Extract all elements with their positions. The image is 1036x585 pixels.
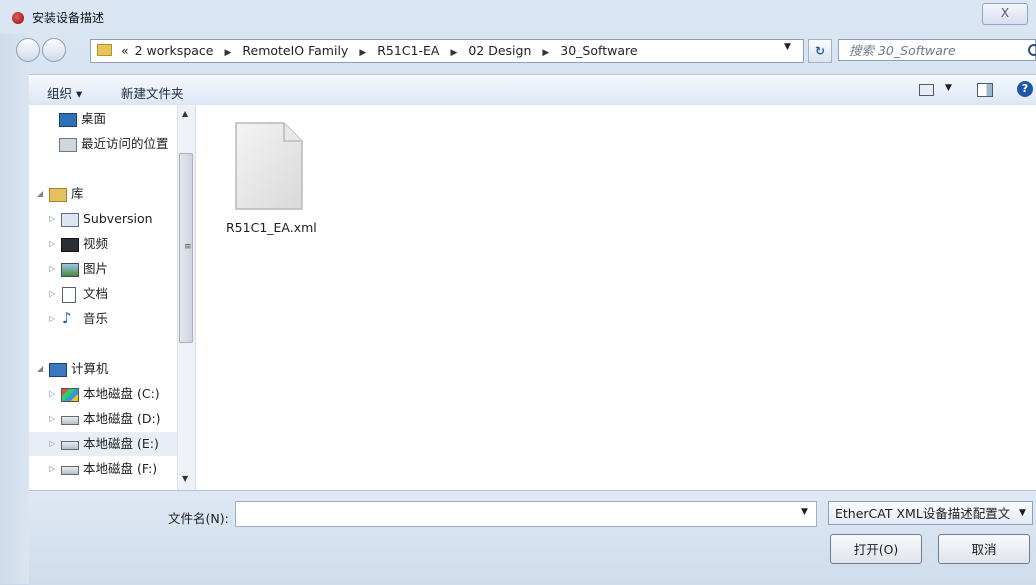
dialog-footer: 文件名(N): ▼ EtherCAT XML设备描述配置文 ▼ 打开(O) 取消: [29, 490, 1036, 585]
breadcrumb-segment[interactable]: RemoteIO Family: [242, 43, 348, 58]
view-dropdown-icon[interactable]: ▼: [945, 83, 952, 93]
music-icon: ♪: [62, 309, 72, 327]
computer-icon: [49, 363, 67, 377]
open-button[interactable]: 打开(O): [830, 534, 922, 564]
expand-arrow-icon[interactable]: ▷: [49, 432, 55, 456]
nav-item-recent[interactable]: 最近访问的位置: [29, 132, 179, 156]
expand-arrow-icon[interactable]: ▷: [49, 232, 55, 256]
folder-icon: [97, 44, 112, 56]
nav-item-drive-e[interactable]: ▷ 本地磁盘 (E:): [29, 432, 179, 456]
nav-item-desktop[interactable]: 桌面: [29, 107, 179, 131]
library-icon: [49, 188, 67, 202]
help-icon[interactable]: ?: [1017, 81, 1033, 97]
nav-item-libraries[interactable]: ◢ 库: [29, 182, 179, 206]
breadcrumb-segment[interactable]: 02 Design: [468, 43, 531, 58]
scroll-thumb[interactable]: ≡: [179, 153, 193, 343]
breadcrumb-arrow-icon[interactable]: ▶: [542, 48, 549, 58]
address-dropdown-icon[interactable]: ▼: [784, 42, 791, 52]
nav-item-pictures[interactable]: ▷ 图片: [29, 257, 179, 281]
navigation-pane: 桌面 最近访问的位置 ◢ 库 ▷ Subversion ▷ 视频 ▷ 图片 ▷: [29, 105, 196, 490]
breadcrumb-segment[interactable]: 30_Software: [560, 43, 637, 58]
nav-item-documents[interactable]: ▷ 文档: [29, 282, 179, 306]
nav-item-drive-f[interactable]: ▷ 本地磁盘 (F:): [29, 457, 179, 481]
system-drive-icon: [61, 388, 79, 402]
cancel-button[interactable]: 取消: [938, 534, 1030, 564]
expand-arrow-icon[interactable]: ▷: [49, 407, 55, 431]
new-folder-button[interactable]: 新建文件夹: [121, 83, 184, 102]
nav-item-videos[interactable]: ▷ 视频: [29, 232, 179, 256]
file-icon: [235, 122, 303, 210]
picture-icon: [61, 263, 79, 277]
window-frame: [0, 34, 29, 584]
nav-item-music[interactable]: ▷ ♪ 音乐: [29, 307, 179, 331]
close-button[interactable]: X: [982, 3, 1028, 25]
breadcrumb-overflow[interactable]: «: [121, 43, 129, 58]
collapse-arrow-icon[interactable]: ◢: [37, 357, 43, 381]
file-name: R51C1_EA.xml: [226, 220, 317, 235]
video-icon: [61, 238, 79, 252]
forward-button[interactable]: [42, 38, 66, 62]
drive-icon: [61, 441, 79, 450]
document-icon: [62, 287, 76, 303]
expand-arrow-icon[interactable]: ▷: [49, 307, 55, 331]
preview-pane-icon[interactable]: [977, 83, 993, 97]
command-bar: 组织 ▾ 新建文件夹 ▼ ?: [29, 74, 1036, 106]
nav-item-subversion[interactable]: ▷ Subversion: [29, 207, 179, 231]
expand-arrow-icon[interactable]: ▷: [49, 457, 55, 481]
breadcrumb-arrow-icon[interactable]: ▶: [224, 48, 231, 58]
library-folder-icon: [61, 213, 79, 227]
nav-item-computer[interactable]: ◢ 计算机: [29, 357, 179, 381]
file-type-dropdown-icon[interactable]: ▼: [1019, 508, 1026, 518]
window-title: 安装设备描述: [32, 11, 105, 25]
app-icon: [12, 12, 24, 24]
address-bar-row: « 2 workspace ▶ RemoteIO Family ▶ R51C1-…: [10, 36, 1036, 66]
view-options-icon[interactable]: [919, 84, 934, 96]
drive-icon: [61, 466, 79, 475]
nav-item-drive-c[interactable]: ▷ 本地磁盘 (C:): [29, 382, 179, 406]
file-type-select[interactable]: EtherCAT XML设备描述配置文: [828, 501, 1033, 525]
collapse-arrow-icon[interactable]: ◢: [37, 182, 43, 206]
scroll-up-icon[interactable]: ▲: [182, 109, 188, 118]
breadcrumb-arrow-icon[interactable]: ▶: [359, 48, 366, 58]
recent-places-icon: [59, 138, 77, 152]
expand-arrow-icon[interactable]: ▷: [49, 382, 55, 406]
scroll-down-icon[interactable]: ▼: [182, 474, 188, 483]
refresh-button[interactable]: ↻: [808, 39, 832, 63]
scroll-grip-icon: ≡: [184, 242, 192, 252]
expand-arrow-icon[interactable]: ▷: [49, 207, 55, 231]
nav-item-drive-d[interactable]: ▷ 本地磁盘 (D:): [29, 407, 179, 431]
filename-label: 文件名(N):: [168, 511, 229, 526]
drive-icon: [61, 416, 79, 425]
file-open-dialog: 安装设备描述 X « 2 workspace ▶ RemoteIO Family…: [0, 0, 1036, 585]
file-list: R51C1_EA.xml: [196, 105, 1036, 490]
search-input[interactable]: 搜索 30_Software: [838, 39, 1036, 61]
breadcrumb-arrow-icon[interactable]: ▶: [450, 48, 457, 58]
expand-arrow-icon[interactable]: ▷: [49, 257, 55, 281]
organize-button[interactable]: 组织 ▾: [47, 83, 82, 102]
address-bar[interactable]: « 2 workspace ▶ RemoteIO Family ▶ R51C1-…: [90, 39, 804, 63]
filename-dropdown-icon[interactable]: ▼: [801, 507, 808, 517]
search-icon[interactable]: [1028, 44, 1036, 56]
nav-scrollbar[interactable]: ▲ ≡ ▼: [177, 105, 195, 490]
breadcrumb-segment[interactable]: R51C1-EA: [377, 43, 439, 58]
desktop-icon: [59, 113, 77, 127]
expand-arrow-icon[interactable]: ▷: [49, 282, 55, 306]
filename-input[interactable]: [235, 501, 817, 527]
back-button[interactable]: [16, 38, 40, 62]
title-bar: 安装设备描述 X: [0, 0, 1036, 34]
breadcrumb-segment[interactable]: 2 workspace: [135, 43, 214, 58]
